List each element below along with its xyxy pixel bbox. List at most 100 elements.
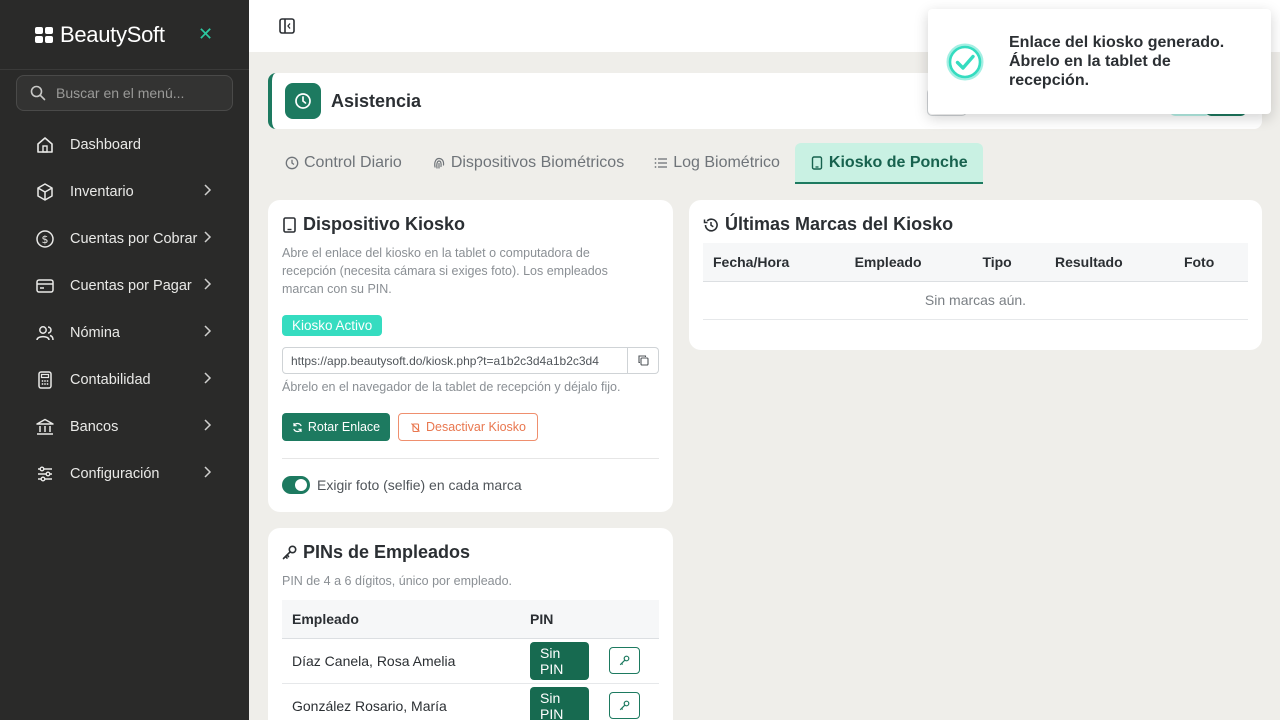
brand-logo-icon [35,26,53,43]
column-header[interactable]: Empleado [282,600,520,639]
column-header [599,600,659,639]
tab-label: Log Biométrico [673,154,780,171]
set-pin-button[interactable] [609,647,640,674]
list-icon [654,158,668,168]
photo-toggle-row: Exigir foto (selfie) en cada marca [282,476,522,494]
calculator-icon [35,370,55,390]
sidebar-item-bancos[interactable]: Bancos [0,403,249,450]
kiosk-url-hint: Ábrelo en el navegador de la tablet de r… [282,380,621,394]
tab-label: Control Diario [304,154,402,171]
chevron-right-icon [204,419,212,431]
column-header[interactable]: Foto [1173,243,1248,282]
sidebar-item-label: Inventario [70,183,134,200]
table-row: González Rosario, María Sin PIN [282,683,659,720]
search-icon [30,85,46,101]
tab-label: Dispositivos Biométricos [450,154,625,171]
deactivate-kiosk-button[interactable]: Desactivar Kiosko [398,413,538,441]
refresh-icon [293,422,302,432]
kiosk-device-card: Dispositivo Kiosko Abre el enlace del ki… [268,200,673,512]
card-title: PINs de Empleados [282,542,659,563]
bank-icon [35,417,55,437]
sidebar-item-cuentas-cobrar[interactable]: $ Cuentas por Cobrar [0,215,249,262]
key-icon [282,545,297,560]
table-header-row: Fecha/Hora Empleado Tipo Resultado Foto [703,243,1248,282]
rotate-link-label: Rotar Enlace [307,420,381,434]
set-pin-button[interactable] [609,692,640,719]
card-icon [35,276,55,296]
tab-kiosko-de-ponche[interactable]: Kiosko de Ponche [794,143,983,184]
column-header[interactable]: Resultado [1044,243,1174,282]
divider [282,458,659,459]
chevron-right-icon [204,325,212,337]
box-icon [35,182,55,202]
sidebar-item-cuentas-pagar[interactable]: Cuentas por Pagar [0,262,249,309]
chevron-right-icon [204,466,212,478]
kiosk-description: Abre el enlace del kiosko en la tablet o… [282,246,608,296]
kiosk-status-badge: Kiosko Activo [282,315,383,336]
sidebar-item-contabilidad[interactable]: Contabilidad [0,356,249,403]
tab-log-biometrico[interactable]: Log Biométrico [639,143,795,183]
menu-search[interactable] [16,75,233,111]
kiosk-url-field[interactable] [282,347,628,374]
card-title: Últimas Marcas del Kiosko [703,214,1248,235]
sidebar-item-label: Configuración [70,465,160,482]
tab-control-diario[interactable]: Control Diario [270,143,417,183]
sliders-icon [35,464,55,484]
search-input[interactable] [56,85,216,101]
sidebar-item-label: Bancos [70,418,119,435]
key-icon [619,700,630,711]
employee-name: Díaz Canela, Rosa Amelia [282,638,520,684]
history-icon [703,217,718,232]
success-toast[interactable]: Enlace del kiosko generado. Ábrelo en la… [928,9,1271,114]
column-header[interactable]: Tipo [972,243,1045,282]
table-header-row: Empleado PIN [282,600,659,639]
sidebar-item-configuracion[interactable]: Configuración [0,450,249,497]
deactivate-kiosk-label: Desactivar Kiosko [425,420,527,434]
pin-status-badge: Sin PIN [530,686,589,720]
deactivate-icon [411,422,420,432]
home-icon [35,135,55,155]
kiosk-url-group [282,347,659,374]
rotate-link-button[interactable]: Rotar Enlace [282,413,390,441]
action-cell [599,683,659,720]
employee-name: González Rosario, María [282,683,520,720]
chevron-right-icon [204,278,212,290]
sidebar-toggle-icon[interactable] [279,18,295,34]
tab-bar: Control Diario Dispositivos Biométricos … [270,143,983,185]
clock-check-icon [285,83,321,119]
marks-table: Fecha/Hora Empleado Tipo Resultado Foto … [703,243,1248,320]
clock-icon [285,156,299,170]
copy-button[interactable] [628,347,659,374]
tab-dispositivos-biometricos[interactable]: Dispositivos Biométricos [417,143,639,183]
sidebar-item-inventario[interactable]: Inventario [0,168,249,215]
kiosk-marks-card: Últimas Marcas del Kiosko Fecha/Hora Emp… [689,200,1262,350]
close-sidebar-icon[interactable]: ✕ [198,24,213,45]
marks-title: Últimas Marcas del Kiosko [725,214,954,234]
chevron-right-icon [204,231,212,243]
copy-icon [637,355,649,366]
photo-toggle-label: Exigir foto (selfie) en cada marca [317,477,522,493]
kiosk-title: Dispositivo Kiosko [303,214,466,234]
column-header[interactable]: Fecha/Hora [703,243,845,282]
table-row: Sin marcas aún. [703,281,1248,320]
pins-subtitle: PIN de 4 a 6 dígitos, único por empleado… [282,574,513,588]
sidebar-item-nomina[interactable]: Nómina [0,309,249,356]
employee-pins-card: PINs de Empleados PIN de 4 a 6 dígitos, … [268,528,673,720]
pin-cell: Sin PIN [520,638,599,684]
check-circle-icon [946,43,984,80]
photo-toggle-switch[interactable] [282,476,310,494]
fingerprint-icon [433,157,444,169]
action-cell [599,638,659,684]
sidebar-item-label: Dashboard [70,136,141,153]
page-title: Asistencia [331,90,422,111]
tab-label: Kiosko de Ponche [828,153,968,171]
column-header[interactable]: Empleado [844,243,973,282]
pin-cell: Sin PIN [520,683,599,720]
chevron-right-icon [204,372,212,384]
column-header[interactable]: PIN [520,600,599,639]
empty-state: Sin marcas aún. [703,281,1248,320]
sidebar-item-dashboard[interactable]: Dashboard [0,121,249,168]
toast-message: Enlace del kiosko generado. Ábrelo en la… [1009,34,1225,89]
tablet-icon [811,155,823,170]
brand: BeautySoft ✕ [0,0,249,70]
